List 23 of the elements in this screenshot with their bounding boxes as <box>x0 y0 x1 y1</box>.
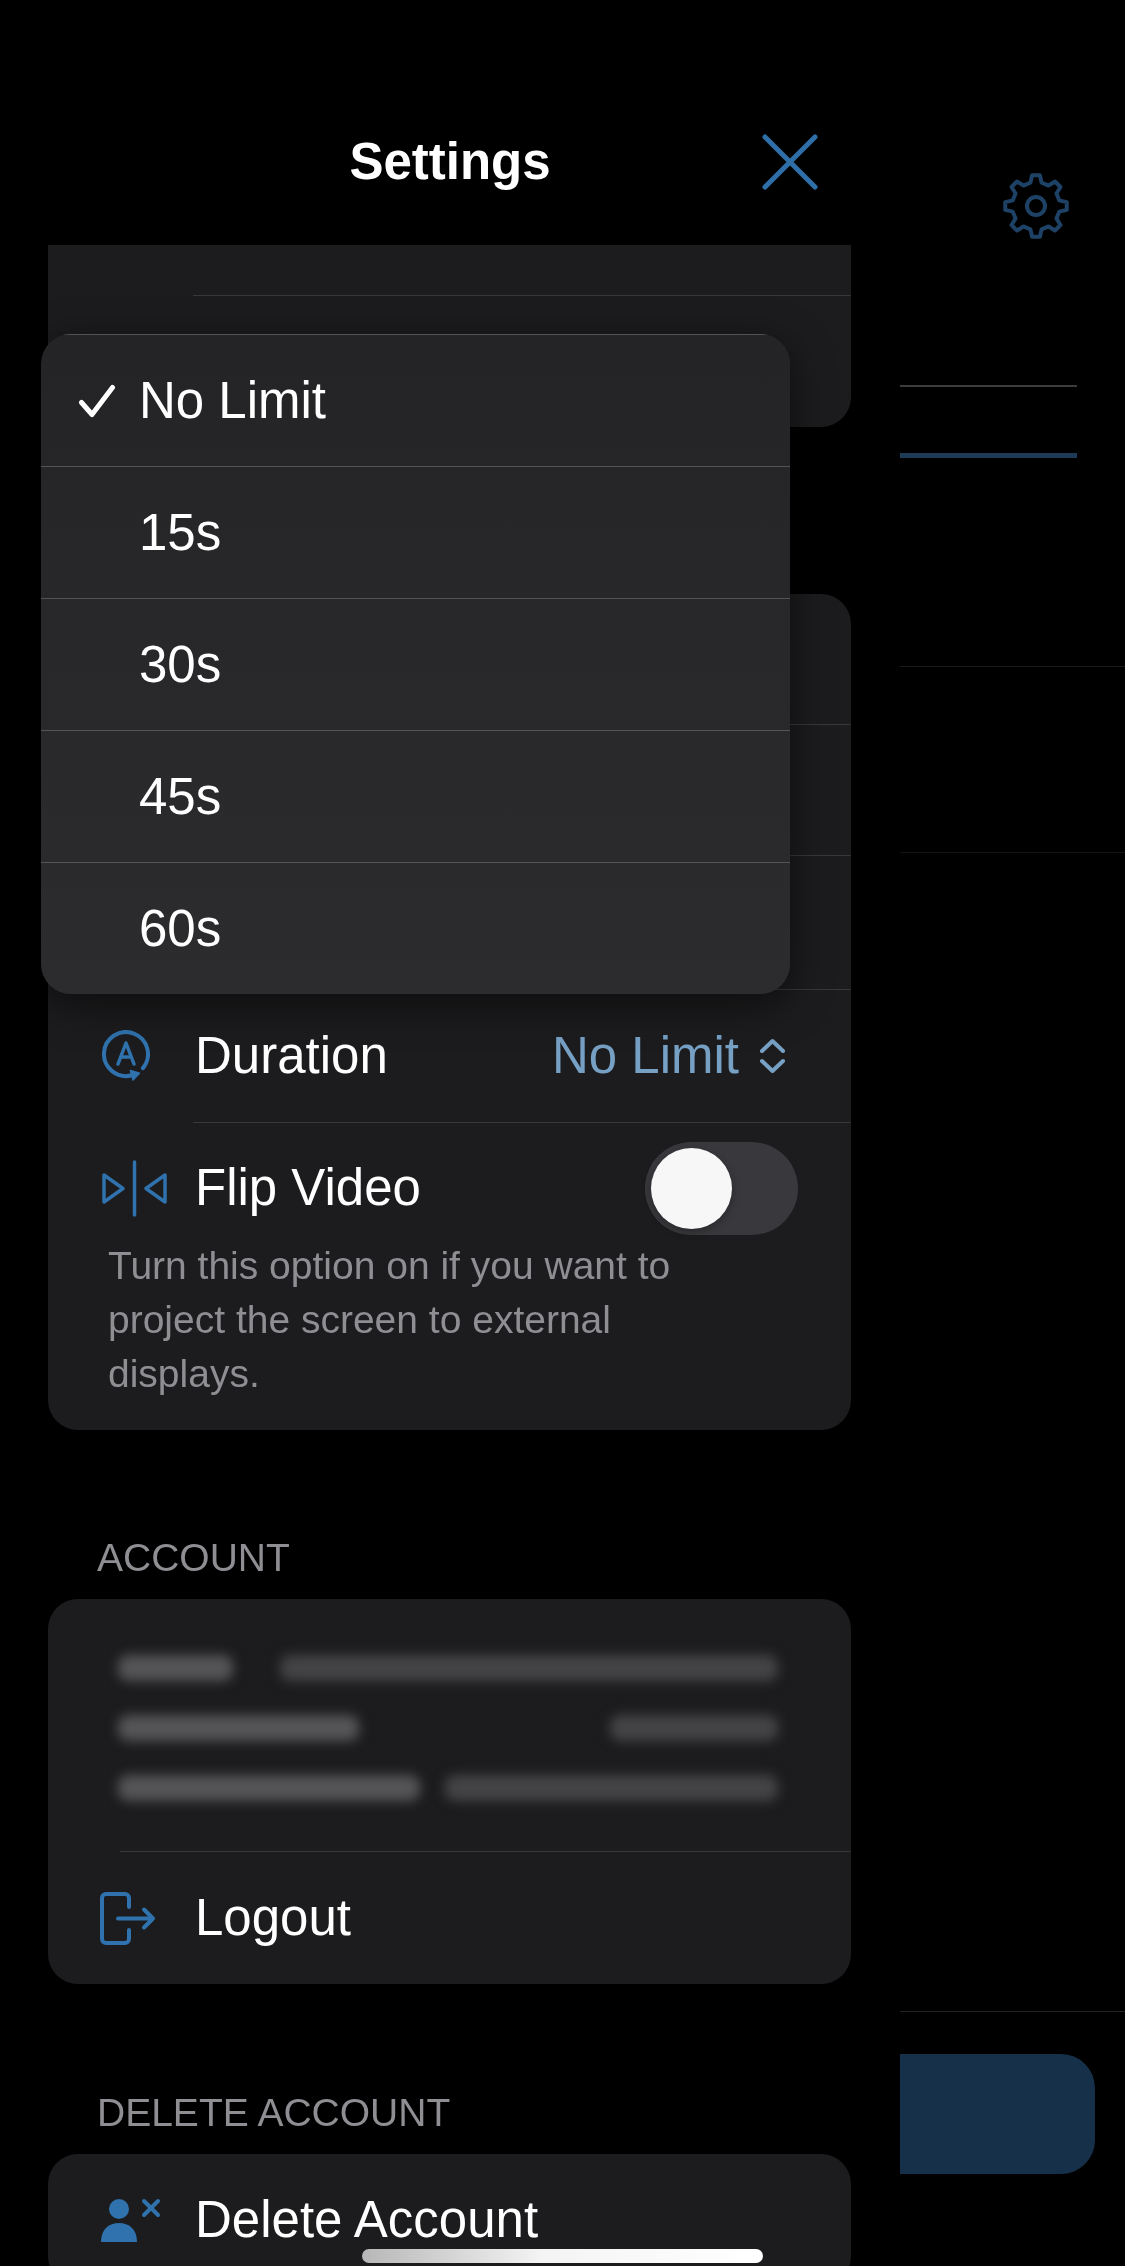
checkmark-icon <box>78 383 116 418</box>
menu-option[interactable]: 60s <box>41 862 790 994</box>
flip-icon <box>100 1159 169 1217</box>
person-remove-icon <box>100 2198 162 2242</box>
menu-option[interactable]: 15s <box>41 466 790 598</box>
circled-letter-icon <box>100 1030 153 1082</box>
logout-icon <box>100 1891 157 1945</box>
chevron-updown-icon <box>758 1037 787 1075</box>
section-header: DELETE ACCOUNT <box>97 2090 451 2136</box>
menu-option[interactable]: 30s <box>41 598 790 730</box>
duration-picker[interactable]: No Limit <box>551 1026 787 1086</box>
setting-label: Duration <box>195 1026 388 1086</box>
description-text: Turn this option on if you want to project the screen to external displays. <box>108 1243 672 1397</box>
gear-icon <box>1002 172 1070 240</box>
close-button[interactable] <box>762 134 818 190</box>
delete-account-button[interactable]: Delete Account <box>48 2154 851 2266</box>
logout-button[interactable]: Logout <box>48 1852 851 1984</box>
close-icon <box>762 134 818 190</box>
section-header: ACCOUNT <box>97 1535 290 1581</box>
menu-option[interactable]: 45s <box>41 730 790 862</box>
setting-label: Flip Video <box>195 1158 421 1218</box>
screen-title: Settings <box>349 132 551 192</box>
menu-option[interactable]: No Limit <box>41 334 790 466</box>
